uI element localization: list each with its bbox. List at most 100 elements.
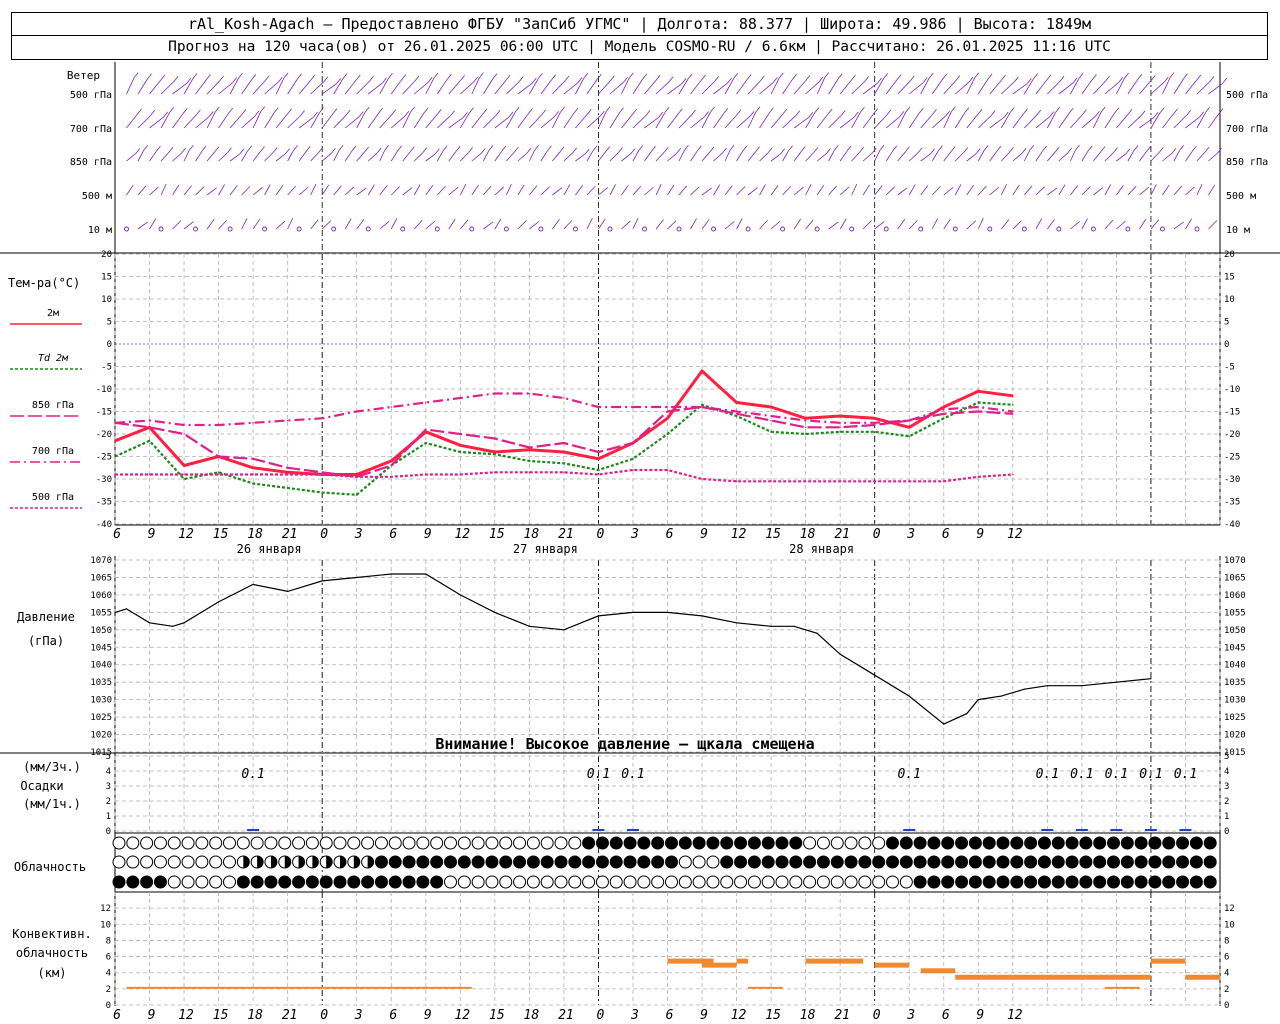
temp-point: [977, 475, 980, 478]
pressure-point: [943, 723, 945, 725]
wind-barb: [690, 218, 697, 230]
wind-barb-feather: [277, 76, 283, 83]
wind-barb: [1208, 82, 1224, 95]
cloud-symbol: [1162, 855, 1176, 869]
temp-tick-right: -35: [1224, 498, 1240, 508]
temp-point: [873, 430, 876, 433]
wind-barb: [1104, 184, 1112, 196]
wind-barb-feather: [1146, 146, 1151, 152]
conv-tick-right: 2: [1224, 985, 1229, 995]
cloud-symbol: [830, 836, 844, 850]
temp-point: [735, 412, 738, 415]
wind-barb-feather: [996, 146, 1002, 152]
hour-tick-label: 21: [834, 527, 850, 542]
wind-barb-feather: [710, 106, 715, 113]
wind-barb-feather: [928, 72, 934, 79]
wind-barb: [644, 79, 657, 95]
wind-barb-feather: [251, 74, 257, 80]
hour-tick-label: 15: [489, 527, 505, 542]
wind-barb: [977, 78, 989, 95]
pressure-tick-left: 1055: [90, 608, 112, 618]
pressure-point: [770, 625, 772, 627]
wind-barb: [529, 114, 542, 129]
wind-level-label-left: 500 гПа: [70, 90, 112, 101]
wind-barb-feather: [632, 108, 638, 115]
temp-point: [148, 439, 151, 442]
temp-point: [252, 473, 254, 476]
cloud-symbol: [609, 855, 623, 869]
wind-barb-feather: [767, 147, 773, 153]
wind-barb-feather: [605, 106, 611, 112]
pressure-tick-right: 1060: [1224, 591, 1246, 601]
hour-tick-label: 18: [247, 527, 263, 542]
wind-barb: [1208, 152, 1218, 162]
temp-tick-right: -40: [1224, 520, 1240, 530]
wind-barb-feather: [1087, 145, 1093, 152]
hour-tick-label: 3: [354, 1008, 363, 1023]
temp-point: [321, 417, 323, 420]
precip-tick-left: 2: [106, 797, 111, 807]
wind-barb: [759, 152, 769, 162]
hour-tick-label: 15: [213, 527, 229, 542]
temp-point: [355, 493, 358, 496]
cloud-symbol: [775, 836, 789, 850]
wind-barb: [149, 218, 157, 230]
cloud-symbol: [1037, 855, 1051, 869]
wind-barb-feather: [596, 74, 602, 80]
wind-barb: [1047, 187, 1058, 196]
cloud-symbol: [416, 855, 430, 869]
conv-tick-left: 4: [106, 969, 111, 979]
wind-barb: [1047, 151, 1056, 162]
wind-barb: [943, 151, 952, 162]
wind-barb-feather: [391, 109, 397, 115]
wind-barb: [483, 114, 497, 129]
cloud-symbol: [734, 836, 748, 850]
hour-tick-label: 9: [148, 1008, 156, 1023]
temp-point: [597, 406, 600, 408]
wind-barb: [632, 185, 642, 196]
temp-point: [252, 482, 254, 485]
cloud-symbol: [941, 875, 955, 889]
wind-barb: [1116, 153, 1127, 162]
calm-circle: [1125, 226, 1131, 232]
wind-barb: [667, 113, 679, 129]
cloud-symbol: [982, 836, 996, 850]
cloud-symbol: [927, 875, 941, 889]
wind-barb: [943, 218, 951, 230]
wind-barb: [1162, 184, 1170, 196]
wind-barb-feather: [583, 72, 589, 79]
wind-barb: [1162, 113, 1174, 129]
wind-barb-feather: [714, 76, 720, 82]
wind-barb: [759, 82, 774, 95]
conv-bar: [805, 958, 864, 964]
calm-circle: [711, 226, 716, 232]
hour-tick-label: 12: [1007, 1008, 1023, 1023]
wind-barb-feather: [846, 145, 852, 152]
cloud-symbol: [706, 875, 720, 889]
cloud-symbol: [374, 875, 388, 889]
temp-point: [770, 419, 772, 422]
wind-barb-feather: [1150, 75, 1156, 81]
cloud-symbol: [803, 855, 817, 869]
cloud-symbol: [858, 836, 872, 850]
hour-tick-label: 12: [731, 1008, 747, 1023]
hour-tick-label: 12: [731, 527, 747, 542]
wind-barb: [1185, 186, 1195, 196]
cloud-symbol: [678, 855, 692, 869]
wind-barb-feather: [795, 110, 801, 116]
wind-barb: [172, 152, 182, 162]
cloud-symbol: [1024, 836, 1038, 850]
pressure-point: [494, 611, 496, 613]
temp-point: [632, 406, 634, 408]
temp-point: [424, 428, 427, 431]
cloud-symbol: [333, 875, 347, 889]
temp-point: [494, 392, 496, 395]
hour-tick-label: 12: [1007, 527, 1023, 542]
pressure-point: [874, 674, 876, 676]
temp-point: [217, 471, 220, 474]
cloud-symbol: [1203, 855, 1217, 869]
wind-barb: [839, 186, 850, 196]
wind-barb-feather: [977, 108, 983, 115]
wind-barb-feather: [468, 147, 473, 153]
cloud-symbol: [167, 836, 181, 850]
